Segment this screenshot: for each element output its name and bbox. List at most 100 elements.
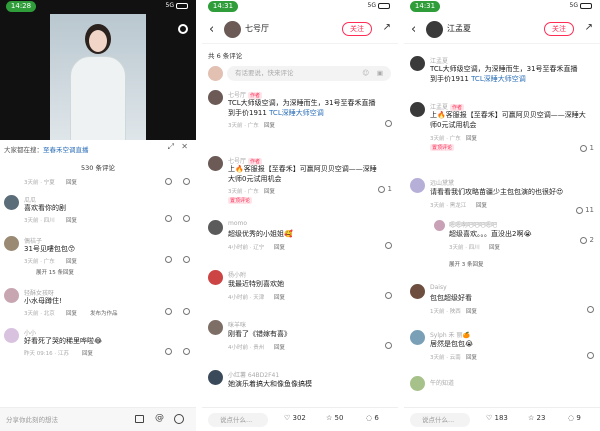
- reply-button[interactable]: 回复: [274, 293, 285, 301]
- video-area[interactable]: 14:28 5G: [0, 0, 196, 140]
- avatar[interactable]: [208, 90, 223, 105]
- avatar[interactable]: [4, 328, 19, 343]
- reply-button[interactable]: 回复: [66, 216, 77, 224]
- dislike-icon[interactable]: [165, 255, 172, 263]
- like-icon[interactable]: [385, 341, 392, 349]
- author-name[interactable]: 江孟夏: [447, 23, 471, 34]
- like-icon[interactable]: [183, 177, 190, 185]
- expand-replies[interactable]: 展开 3 条回复: [449, 260, 484, 268]
- comment-input[interactable]: 有话要说，快来评论 ☺ ▣: [227, 66, 391, 81]
- avatar[interactable]: [4, 195, 19, 210]
- reply-button[interactable]: 回复: [264, 121, 275, 129]
- like-icon[interactable]: 1: [378, 185, 392, 193]
- comment-input[interactable]: 分享你此刻的想法: [6, 414, 58, 424]
- like-icon[interactable]: [183, 307, 190, 315]
- like-icon[interactable]: 11: [575, 206, 594, 214]
- avatar[interactable]: [208, 270, 223, 285]
- search-hint[interactable]: 大家都在搜：至春禾空调直播: [4, 144, 89, 154]
- image-icon[interactable]: ▣: [377, 66, 383, 81]
- comment-author[interactable]: Daisy: [430, 284, 447, 291]
- product-link[interactable]: TCL深睡大师空调: [471, 75, 526, 83]
- expand-replies[interactable]: 展开 15 条回复: [36, 268, 74, 276]
- reply-button[interactable]: 回复: [66, 257, 77, 265]
- avatar[interactable]: [208, 370, 223, 385]
- dislike-icon[interactable]: [165, 177, 172, 185]
- avatar[interactable]: [4, 236, 19, 251]
- like-icon[interactable]: [183, 347, 190, 355]
- mention-icon[interactable]: @: [155, 413, 164, 423]
- emoji-icon[interactable]: ☺: [362, 66, 369, 81]
- share-icon[interactable]: ↗: [383, 22, 391, 33]
- comment-text: 超级喜欢。。。直没出2啊😭: [449, 230, 532, 238]
- dislike-icon[interactable]: [165, 347, 172, 355]
- like-button[interactable]: ♡ 302: [284, 414, 306, 422]
- reply-button[interactable]: 回复: [476, 201, 487, 209]
- comment-author[interactable]: 杨小附: [228, 270, 246, 279]
- like-icon[interactable]: [587, 351, 594, 359]
- avatar[interactable]: [410, 56, 425, 71]
- avatar[interactable]: [410, 330, 425, 345]
- comment-author[interactable]: 小红薯 64BD2F41: [228, 370, 279, 379]
- avatar[interactable]: [208, 220, 223, 235]
- avatar[interactable]: [434, 220, 445, 231]
- collect-button[interactable]: ☆ 23: [528, 414, 545, 422]
- avatar[interactable]: [410, 376, 425, 391]
- avatar[interactable]: [208, 156, 223, 171]
- reply-button[interactable]: 回复: [489, 243, 500, 251]
- like-button[interactable]: ♡ 183: [486, 414, 508, 422]
- like-icon[interactable]: [587, 305, 594, 313]
- comment-author[interactable]: 远山黛黛: [430, 178, 454, 187]
- comment-input[interactable]: 说点什么...: [208, 413, 268, 427]
- avatar[interactable]: [410, 284, 425, 299]
- dislike-icon[interactable]: [165, 214, 172, 222]
- like-icon[interactable]: [385, 291, 392, 299]
- comment-text: 包包超级好看: [430, 294, 472, 302]
- reply-button[interactable]: 回复: [274, 343, 285, 351]
- dislike-icon[interactable]: [165, 307, 172, 315]
- reply-button[interactable]: 回复: [466, 134, 477, 142]
- product-link[interactable]: TCL深睡大师空调: [269, 109, 324, 117]
- publish-as-work-button[interactable]: 发布为作品: [90, 309, 118, 317]
- collect-button[interactable]: ☆ 50: [326, 414, 343, 422]
- back-icon[interactable]: ‹: [209, 22, 214, 37]
- share-icon[interactable]: ↗: [585, 22, 593, 33]
- reply-button[interactable]: 回复: [66, 309, 77, 317]
- author-name[interactable]: 七号厅: [245, 23, 269, 34]
- avatar[interactable]: [4, 288, 19, 303]
- follow-button[interactable]: 关注: [544, 22, 574, 36]
- author-avatar[interactable]: [224, 21, 241, 38]
- reply-button[interactable]: 回复: [466, 307, 477, 315]
- comment-meta: 昨天 09:16 · 江苏: [24, 351, 69, 357]
- reply-button[interactable]: 回复: [66, 178, 77, 186]
- reply-button[interactable]: 回复: [82, 349, 93, 357]
- comment-author[interactable]: 嗯嗯啊吧吧吧嗯吧: [449, 220, 497, 229]
- avatar[interactable]: [208, 320, 223, 335]
- comment-author[interactable]: 午的知道: [430, 378, 454, 387]
- comment-input[interactable]: 说点什么...: [410, 413, 470, 427]
- reply-button[interactable]: 回复: [274, 243, 285, 251]
- avatar[interactable]: [410, 102, 425, 117]
- like-icon[interactable]: [385, 119, 392, 127]
- like-icon[interactable]: [385, 241, 392, 249]
- avatar[interactable]: [410, 178, 425, 193]
- status-time: 14:31: [208, 1, 238, 12]
- like-icon[interactable]: 2: [580, 236, 594, 244]
- comment-button[interactable]: ◌ 9: [568, 414, 581, 422]
- comment-author[interactable]: Sylph 禾 丽🍊: [430, 330, 470, 339]
- reply-button[interactable]: 回复: [466, 353, 477, 361]
- follow-button[interactable]: 关注: [342, 22, 372, 36]
- reply-button[interactable]: 回复: [264, 187, 275, 195]
- like-icon[interactable]: [183, 214, 190, 222]
- comment-author[interactable]: momo: [228, 220, 247, 227]
- expand-icon[interactable]: ⤢: [168, 142, 174, 152]
- emoji-icon[interactable]: [174, 414, 184, 424]
- image-icon[interactable]: [135, 415, 144, 423]
- like-icon[interactable]: [183, 255, 190, 263]
- author-avatar[interactable]: [426, 21, 443, 38]
- search-icon[interactable]: [178, 24, 188, 34]
- like-icon[interactable]: 1: [580, 144, 594, 152]
- close-icon[interactable]: ✕: [181, 142, 188, 151]
- comment-author[interactable]: 咪羊咪: [228, 320, 246, 329]
- back-icon[interactable]: ‹: [411, 22, 416, 37]
- comment-button[interactable]: ◌ 6: [366, 414, 379, 422]
